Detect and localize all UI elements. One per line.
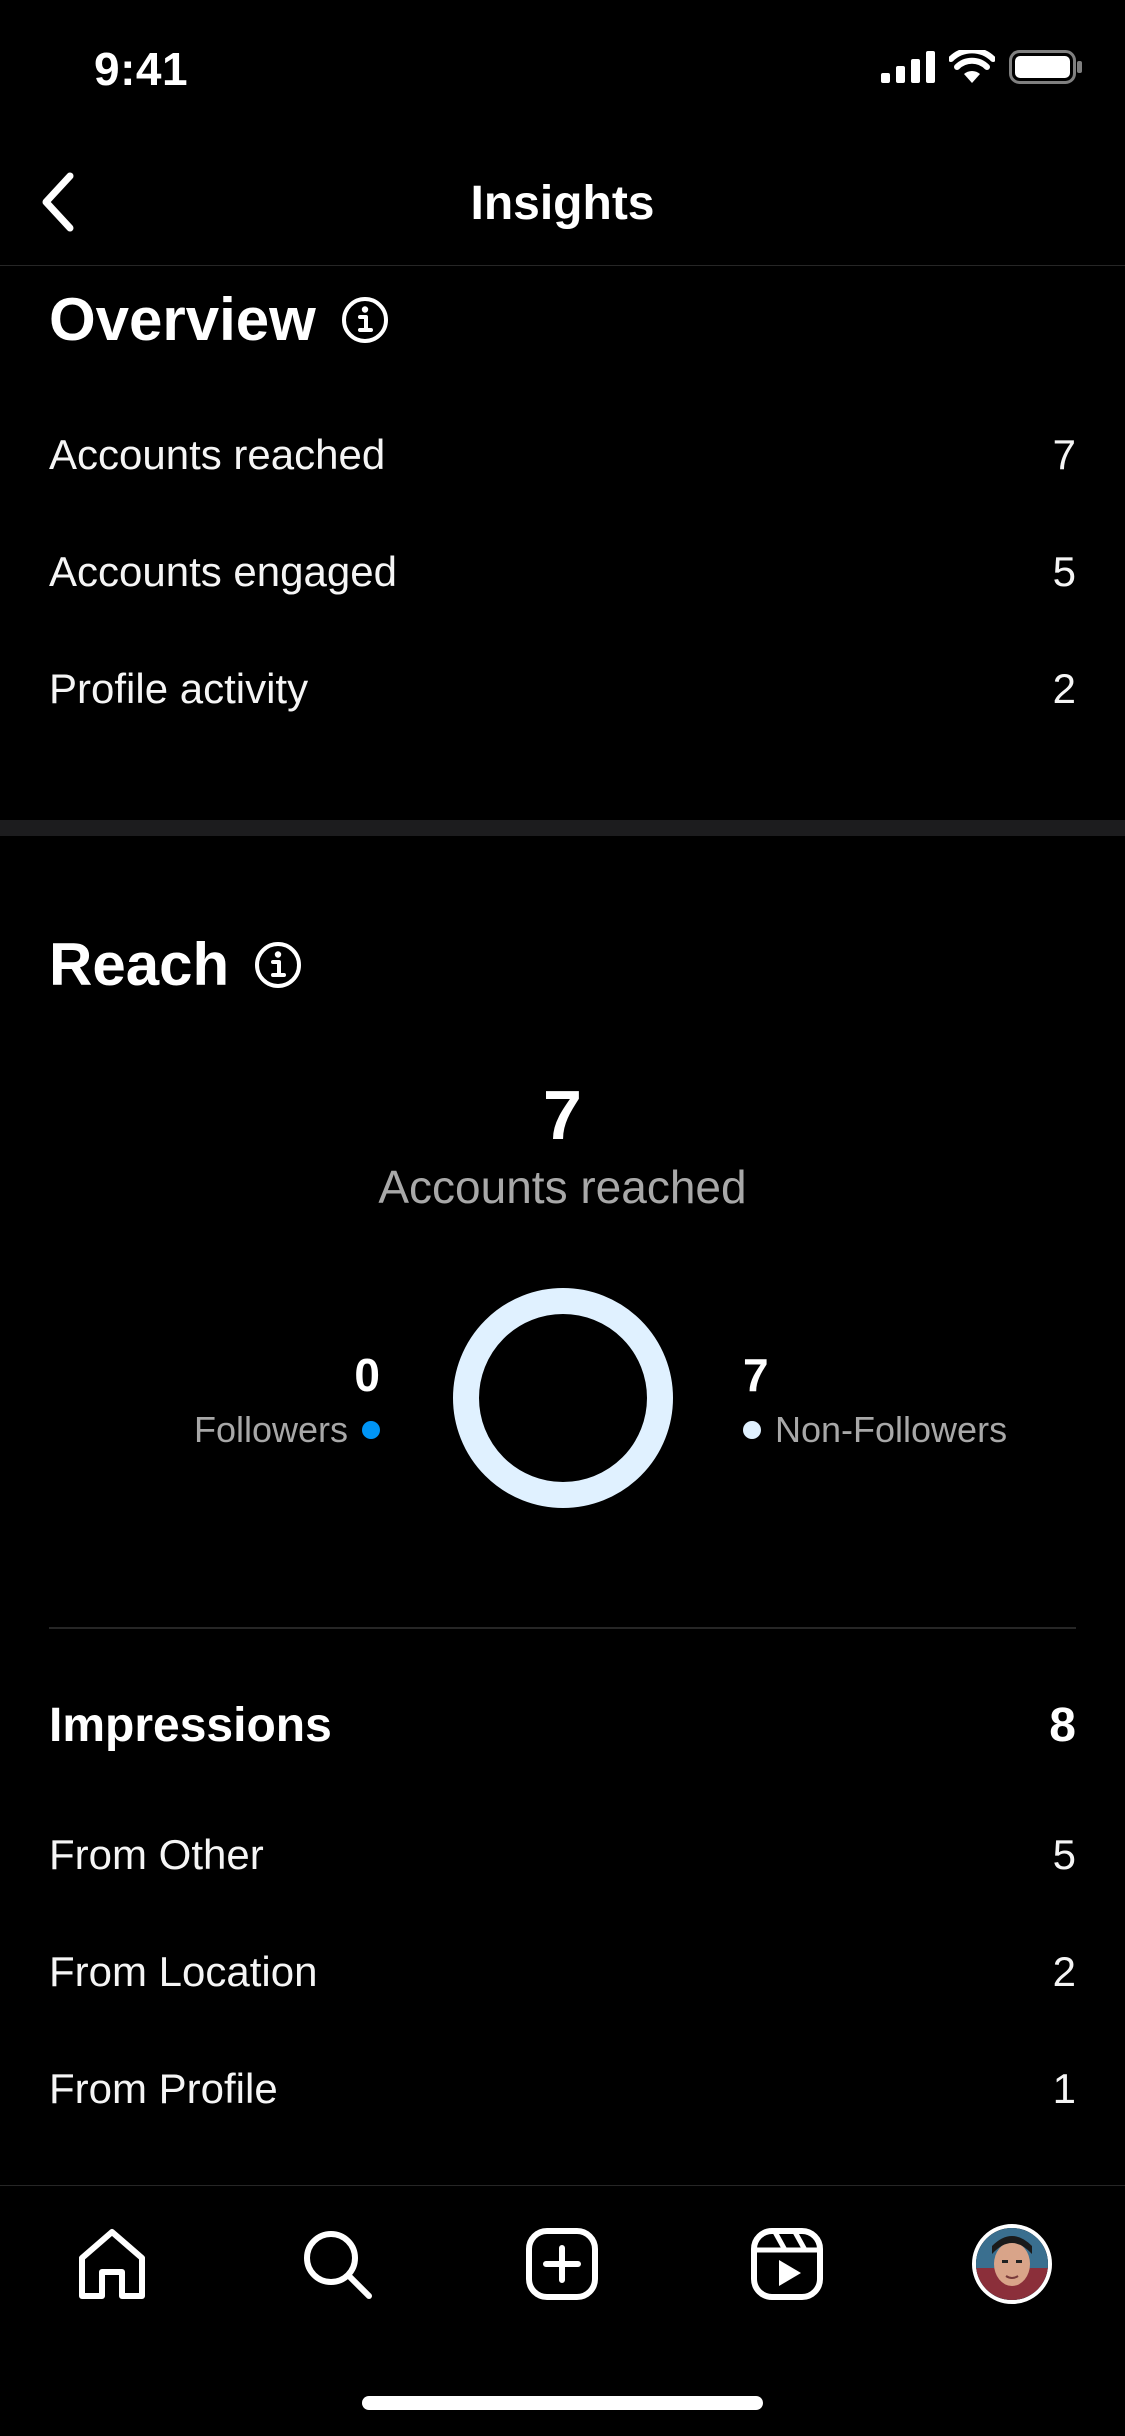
row-label: Accounts engaged [49, 548, 397, 595]
row-value: 1 [1052, 2065, 1076, 2112]
non-followers-value: 7 [743, 1349, 769, 1401]
create-post-icon [526, 2228, 598, 2300]
followers-dot [362, 1421, 380, 1439]
tab-bar [0, 2185, 1125, 2345]
tab-create[interactable] [517, 2219, 607, 2309]
row-label: Accounts reached [49, 431, 386, 478]
non-followers-legend: 7 Non-Followers [743, 1345, 1007, 1455]
tab-search[interactable] [292, 2219, 382, 2309]
row-value: 2 [1052, 665, 1076, 712]
overview-title: Overview [49, 286, 316, 353]
insights-screen: 9:41 Insights Overview Accounts reached … [0, 0, 1125, 2436]
page-title: Insights [470, 177, 655, 230]
status-bar: 9:41 [0, 0, 1125, 140]
row-value: 5 [1052, 548, 1076, 595]
avatar-image [976, 2228, 1048, 2300]
row-value: 2 [1052, 1948, 1076, 1995]
row-value: 7 [1052, 431, 1076, 478]
followers-value: 0 [354, 1349, 380, 1401]
status-icons [881, 50, 1083, 84]
reach-count-label: Accounts reached [378, 1161, 747, 1213]
impressions-row-from-other[interactable]: From Other 5 [49, 1825, 1076, 1885]
impressions-row-from-location[interactable]: From Location 2 [49, 1942, 1076, 2002]
tab-profile[interactable] [967, 2219, 1057, 2309]
reach-donut-chart [453, 1288, 673, 1508]
row-value: 5 [1052, 1831, 1076, 1878]
overview-heading: Overview [49, 285, 390, 354]
tab-reels[interactable] [742, 2219, 832, 2309]
battery-icon [1009, 50, 1082, 84]
profile-avatar [972, 2224, 1052, 2304]
impressions-row-from-profile[interactable]: From Profile 1 [49, 2059, 1076, 2119]
reach-title: Reach [49, 931, 230, 998]
row-label: Profile activity [49, 665, 309, 712]
info-icon[interactable] [340, 295, 390, 345]
overview-row-accounts-engaged[interactable]: Accounts engaged 5 [49, 542, 1076, 602]
followers-label: Followers [193, 1409, 348, 1450]
row-label: From Location [49, 1948, 318, 1995]
reach-heading: Reach [49, 930, 303, 999]
nav-bar: Insights [0, 140, 1125, 266]
row-label: From Other [49, 1831, 264, 1878]
cellular-signal-icon [881, 51, 935, 83]
home-indicator[interactable] [362, 2396, 763, 2410]
status-time: 9:41 [94, 43, 189, 95]
overview-row-profile-activity[interactable]: Profile activity 2 [49, 659, 1076, 719]
non-followers-label-row: Non-Followers [743, 1405, 1007, 1455]
tab-home[interactable] [67, 2219, 157, 2309]
impressions-header[interactable]: Impressions 8 [49, 1695, 1076, 1755]
section-divider [0, 820, 1125, 836]
followers-legend: 0 Followers [194, 1345, 380, 1455]
impressions-total: 8 [1049, 1698, 1076, 1752]
followers-label-row: Followers [194, 1405, 380, 1455]
impressions-title: Impressions [49, 1698, 332, 1752]
wifi-icon [949, 50, 995, 83]
search-icon [304, 2231, 372, 2299]
reels-icon [751, 2228, 823, 2300]
reach-divider [49, 1627, 1076, 1629]
reach-count: 7 [543, 1076, 582, 1154]
non-followers-label: Non-Followers [775, 1409, 1008, 1450]
overview-row-accounts-reached[interactable]: Accounts reached 7 [49, 425, 1076, 485]
row-label: From Profile [49, 2065, 278, 2112]
home-icon [79, 2229, 145, 2299]
non-followers-ring [453, 1288, 673, 1508]
non-followers-dot [743, 1421, 761, 1439]
info-icon[interactable] [253, 940, 303, 990]
